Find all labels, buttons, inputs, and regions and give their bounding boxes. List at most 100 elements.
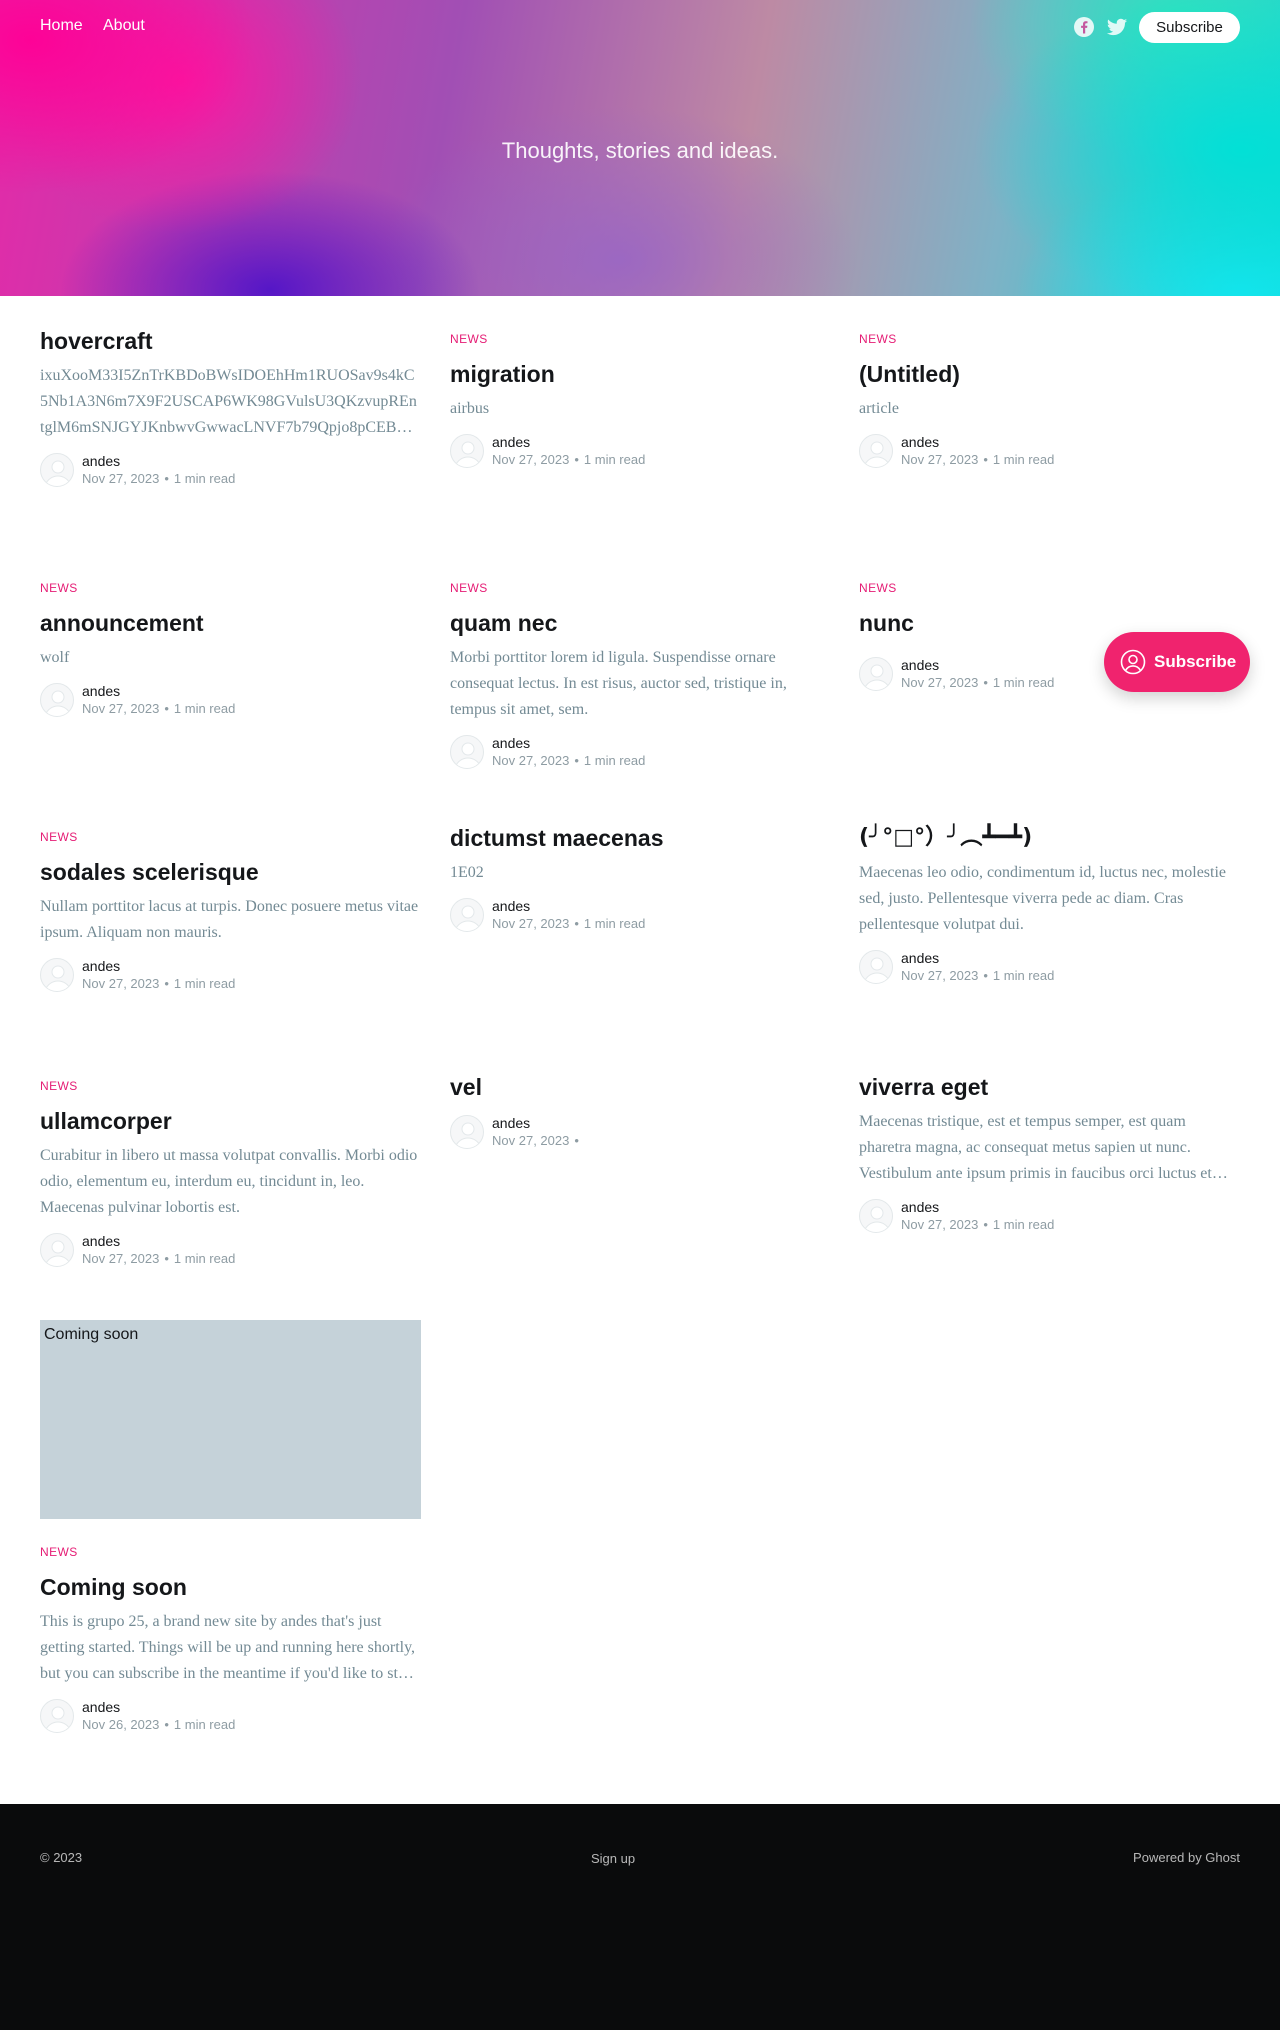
post-excerpt: Morbi porttitor lorem id ligula. Suspend…: [450, 649, 787, 718]
post-title[interactable]: dictumst maecenas: [450, 824, 831, 852]
post-tag[interactable]: NEWS: [40, 830, 421, 844]
post-excerpt: This is grupo 25, a brand new site by an…: [40, 1613, 416, 1682]
post-title[interactable]: announcement: [40, 609, 421, 637]
post-tag[interactable]: NEWS: [450, 332, 831, 346]
post-title[interactable]: (╯°□°）╯︵┻━┻): [859, 824, 1240, 852]
twitter-icon[interactable]: [1106, 16, 1128, 38]
post-tag[interactable]: NEWS: [450, 581, 831, 595]
author-name[interactable]: andes: [901, 1199, 939, 1215]
post-card[interactable]: NEWS (Untitled) article andes Nov 27, 20…: [859, 332, 1240, 470]
post-title[interactable]: vel: [450, 1073, 831, 1101]
author-name[interactable]: andes: [82, 958, 120, 974]
post-title[interactable]: quam nec: [450, 609, 831, 637]
meta-separator: •: [164, 701, 169, 716]
post-title[interactable]: hovercraft: [40, 327, 421, 355]
author-avatar-icon[interactable]: [40, 958, 74, 992]
nav-home-link[interactable]: Home: [40, 17, 83, 35]
post-card[interactable]: NEWS ullamcorper Curabitur in libero ut …: [40, 1079, 421, 1269]
post-excerpt: Nullam porttitor lacus at turpis. Donec …: [40, 898, 419, 941]
meta-separator: •: [983, 968, 988, 983]
reading-time: 1 min read: [173, 1251, 236, 1266]
post-title[interactable]: viverra eget: [859, 1073, 1240, 1101]
post-date: Nov 27, 2023: [82, 976, 160, 991]
post-card[interactable]: NEWS quam nec Morbi porttitor lorem id l…: [450, 581, 831, 771]
reading-time: 1 min read: [992, 675, 1055, 690]
post-card[interactable]: NEWS announcement wolf andes Nov 27, 202…: [40, 581, 421, 719]
post-tag[interactable]: NEWS: [40, 1545, 421, 1559]
author-name[interactable]: andes: [82, 1699, 120, 1715]
author-avatar-icon[interactable]: [40, 1233, 74, 1267]
reading-time: 1 min read: [992, 968, 1055, 983]
post-date: Nov 27, 2023: [901, 968, 979, 983]
author-avatar-icon[interactable]: [859, 950, 893, 984]
author-name[interactable]: andes: [82, 683, 120, 699]
post-meta: andes Nov 27, 2023 • 1 min read: [450, 896, 831, 934]
post-date: Nov 27, 2023: [492, 1133, 570, 1148]
author-avatar-icon[interactable]: [40, 453, 74, 487]
author-avatar-icon[interactable]: [40, 1699, 74, 1733]
floating-subscribe-button[interactable]: Subscribe: [1104, 632, 1250, 692]
powered-by-ghost-link[interactable]: Powered by Ghost: [1133, 1850, 1240, 1865]
reading-time: 1 min read: [173, 701, 236, 716]
post-date: Nov 27, 2023: [492, 916, 570, 931]
post-date: Nov 27, 2023: [901, 1217, 979, 1232]
facebook-icon[interactable]: [1073, 16, 1095, 38]
reading-time: 1 min read: [583, 916, 646, 931]
author-name[interactable]: andes: [82, 1233, 120, 1249]
post-card[interactable]: NEWS sodales scelerisque Nullam porttito…: [40, 830, 421, 994]
post-tag[interactable]: NEWS: [859, 581, 1240, 595]
author-name[interactable]: andes: [492, 735, 530, 751]
post-date: Nov 27, 2023: [82, 471, 160, 486]
author-name[interactable]: andes: [492, 898, 530, 914]
author-avatar-icon[interactable]: [450, 898, 484, 932]
post-tag[interactable]: NEWS: [40, 1079, 421, 1093]
author-name[interactable]: andes: [492, 434, 530, 450]
author-avatar-icon[interactable]: [450, 735, 484, 769]
post-date: Nov 27, 2023: [492, 753, 570, 768]
reading-time: 1 min read: [992, 452, 1055, 467]
site-footer: © 2023 Sign up Powered by Ghost: [0, 1804, 1280, 2030]
meta-separator: •: [983, 1217, 988, 1232]
header-subscribe-button[interactable]: Subscribe: [1139, 12, 1240, 43]
author-avatar-icon[interactable]: [450, 1115, 484, 1149]
post-feature-image[interactable]: Coming soon: [40, 1320, 421, 1519]
post-card[interactable]: dictumst maecenas 1E02 andes Nov 27, 202…: [450, 824, 831, 934]
user-circle-icon: [1120, 649, 1146, 675]
post-title[interactable]: sodales scelerisque: [40, 858, 421, 886]
author-name[interactable]: andes: [901, 434, 939, 450]
post-card[interactable]: NEWS migration airbus andes Nov 27, 2023…: [450, 332, 831, 470]
author-name[interactable]: andes: [901, 657, 939, 673]
post-tag[interactable]: NEWS: [859, 332, 1240, 346]
footer-signup-link[interactable]: Sign up: [0, 1851, 1226, 1866]
post-card[interactable]: (╯°□°）╯︵┻━┻) Maecenas leo odio, condimen…: [859, 824, 1240, 986]
post-card[interactable]: vel andes Nov 27, 2023 •: [450, 1073, 831, 1151]
author-avatar-icon[interactable]: [859, 657, 893, 691]
post-card[interactable]: viverra eget Maecenas tristique, est et …: [859, 1073, 1240, 1235]
post-title[interactable]: ullamcorper: [40, 1107, 421, 1135]
post-card[interactable]: Coming soon NEWS Coming soon This is gru…: [40, 1320, 421, 1735]
post-meta: andes Nov 27, 2023 • 1 min read: [40, 956, 421, 994]
meta-separator: •: [574, 1133, 579, 1148]
nav-about-link[interactable]: About: [103, 17, 145, 35]
reading-time: 1 min read: [173, 1717, 236, 1732]
post-excerpt: wolf: [40, 649, 70, 666]
reading-time: 1 min read: [583, 452, 646, 467]
meta-separator: •: [983, 675, 988, 690]
post-excerpt: Maecenas tristique, est et tempus semper…: [859, 1113, 1212, 1182]
post-date: Nov 27, 2023: [492, 452, 570, 467]
author-avatar-icon[interactable]: [859, 1199, 893, 1233]
author-name[interactable]: andes: [82, 453, 120, 469]
post-title[interactable]: Coming soon: [40, 1573, 421, 1601]
author-avatar-icon[interactable]: [450, 434, 484, 468]
post-title[interactable]: (Untitled): [859, 360, 1240, 388]
author-name[interactable]: andes: [492, 1115, 530, 1131]
author-avatar-icon[interactable]: [859, 434, 893, 468]
meta-separator: •: [164, 976, 169, 991]
post-date: Nov 27, 2023: [901, 675, 979, 690]
post-card[interactable]: hovercraft ixuXooM33I5ZnTrKBDoBWsIDOEhHm…: [40, 327, 421, 489]
author-avatar-icon[interactable]: [40, 683, 74, 717]
post-tag[interactable]: NEWS: [40, 581, 421, 595]
author-name[interactable]: andes: [901, 950, 939, 966]
post-meta: andes Nov 27, 2023 • 1 min read: [40, 681, 421, 719]
post-title[interactable]: migration: [450, 360, 831, 388]
